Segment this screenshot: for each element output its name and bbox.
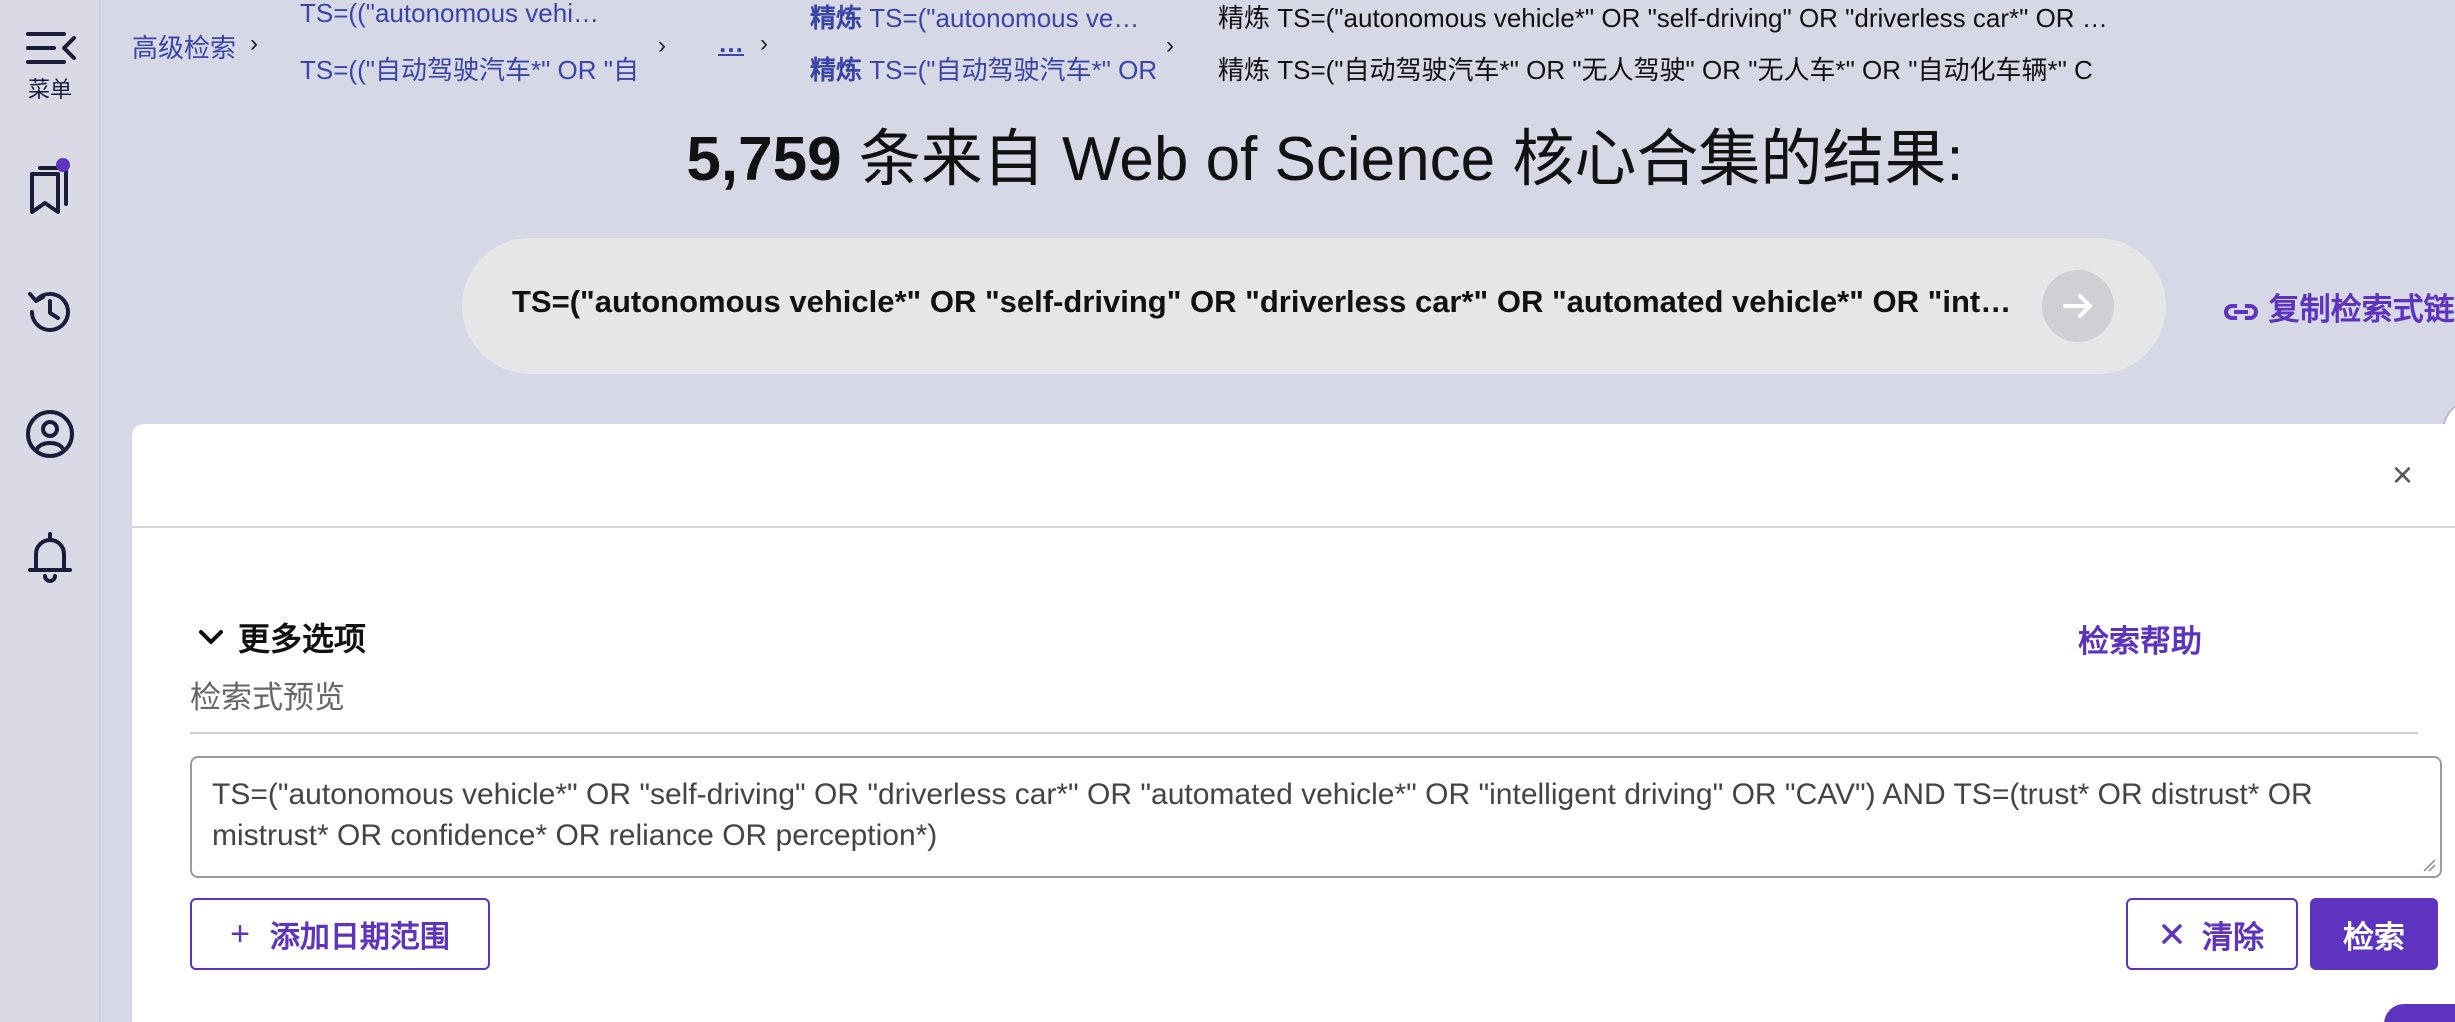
floating-action-button[interactable] (2384, 1004, 2455, 1022)
add-date-range-button[interactable]: + 添加日期范围 (190, 898, 490, 970)
refine-word: 精炼 (810, 55, 863, 85)
refine-2-en-text: TS=("autonomous ve… (862, 3, 1140, 33)
copy-query-link-label: 复制检索式链 (2268, 292, 2455, 327)
more-options-toggle[interactable]: 更多选项 (198, 614, 366, 660)
chevron-right-icon: › (760, 30, 768, 57)
chevron-right-icon: › (1166, 32, 1174, 59)
arrow-right-icon (2063, 294, 2092, 318)
breadcrumb-query-1-zh[interactable]: TS=(("自动驾驶汽车*" OR "自 (300, 50, 650, 87)
breadcrumb-refine-2-zh[interactable]: 精炼 TS=("自动驾驶汽车*" OR (810, 50, 1160, 87)
menu-label: 菜单 (27, 77, 72, 102)
user-icon (26, 410, 74, 458)
query-preview-text: TS=("autonomous vehicle*" OR "self-drivi… (212, 778, 2313, 852)
resize-handle-icon[interactable] (2420, 856, 2436, 872)
breadcrumb-advanced-search[interactable]: 高级检索 (132, 28, 236, 65)
breadcrumb-refine-3-zh: 精炼 TS=("自动驾驶汽车*" OR "无人驾驶" OR "无人车*" OR … (1218, 55, 2093, 85)
breadcrumb-ellipsis[interactable]: … (718, 28, 744, 59)
run-query-button[interactable] (2042, 270, 2114, 342)
refine-2-zh-text: TS=("自动驾驶汽车*" OR (862, 55, 1158, 85)
alerts-button[interactable] (0, 530, 100, 584)
result-title-text: 条来自 Web of Science 核心合集的结果: (841, 125, 1964, 194)
account-button[interactable] (0, 408, 100, 460)
breadcrumb-query-1-en[interactable]: TS=(("autonomous vehicle*"… (300, 0, 610, 29)
search-help-link[interactable]: 检索帮助 (2078, 616, 2202, 661)
history-icon (28, 291, 70, 332)
query-summary-text[interactable]: TS=("autonomous vehicle*" OR "self-drivi… (512, 284, 2012, 320)
query-summary-bar: TS=("autonomous vehicle*" OR "self-drivi… (462, 238, 2166, 374)
chevron-right-icon: › (658, 32, 666, 59)
breadcrumb-refine-3-en: 精炼 TS=("autonomous vehicle*" OR "self-dr… (1218, 3, 2108, 33)
chevron-right-icon: › (250, 30, 258, 57)
query-preview-label: 检索式预览 (190, 680, 345, 715)
query-preview-textarea[interactable]: TS=("autonomous vehicle*" OR "self-drivi… (190, 756, 2442, 878)
menu-button[interactable]: 菜单 (0, 28, 100, 104)
query-edit-panel: × 更多选项 检索帮助 检索式预览 TS=("autonomous vehicl… (132, 424, 2455, 1022)
add-date-range-label: 添加日期范围 (269, 921, 450, 954)
copy-query-link-button[interactable]: 复制检索式链 (2222, 284, 2455, 329)
menu-icon (26, 32, 76, 64)
panel-header: × (132, 424, 2455, 528)
close-icon (2162, 924, 2182, 944)
clear-label: 清除 (2202, 919, 2264, 955)
divider (190, 732, 2418, 734)
close-icon[interactable]: × (2392, 454, 2413, 496)
search-button[interactable]: 检索 (2310, 898, 2438, 970)
bell-icon (28, 532, 72, 583)
more-options-label: 更多选项 (238, 621, 367, 657)
clear-button[interactable]: 清除 (2126, 898, 2298, 970)
link-icon (2224, 303, 2258, 320)
plus-icon: + (230, 914, 250, 953)
result-count: 5,759 (686, 125, 842, 194)
breadcrumb-refine-2-en[interactable]: 精炼 TS=("autonomous ve… (810, 0, 1150, 35)
page-title: 5,759 条来自 Web of Science 核心合集的结果: (0, 108, 2455, 198)
history-button[interactable] (0, 286, 100, 338)
refine-word: 精炼 (810, 3, 863, 33)
chevron-down-icon (199, 630, 223, 644)
